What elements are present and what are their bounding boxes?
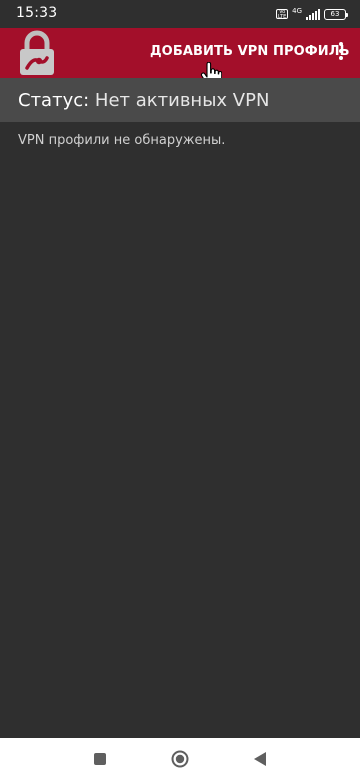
system-status-bar: 15:33 Vo LTE 4G 63	[0, 0, 360, 28]
more-vert-icon[interactable]	[334, 42, 348, 64]
status-value: Нет активных VPN	[94, 90, 270, 111]
lock-logo-icon	[20, 30, 54, 75]
app-bar: ДОБАВИТЬ VPN ПРОФИЛЬ	[0, 28, 360, 78]
system-navigation-bar	[0, 738, 360, 780]
signal-icon	[306, 8, 320, 20]
status-time: 15:33	[16, 5, 58, 21]
status-icons: Vo LTE 4G 63	[276, 6, 348, 22]
network-type: 4G	[292, 6, 302, 15]
vpn-status: Статус: Нет активных VPN	[18, 90, 269, 111]
battery-icon: 63	[324, 8, 348, 20]
volte-icon: Vo LTE	[276, 9, 289, 20]
add-vpn-profile-button[interactable]: ДОБАВИТЬ VPN ПРОФИЛЬ	[150, 44, 350, 59]
battery-level: 63	[330, 9, 340, 18]
status-label: Статус:	[18, 90, 90, 111]
empty-profiles-message: VPN профили не обнаружены.	[18, 133, 226, 148]
back-triangle-icon[interactable]	[252, 751, 268, 767]
recents-square-icon[interactable]	[94, 753, 106, 765]
home-circle-icon[interactable]	[171, 750, 189, 768]
status-header: Статус: Нет активных VPN	[0, 78, 360, 122]
